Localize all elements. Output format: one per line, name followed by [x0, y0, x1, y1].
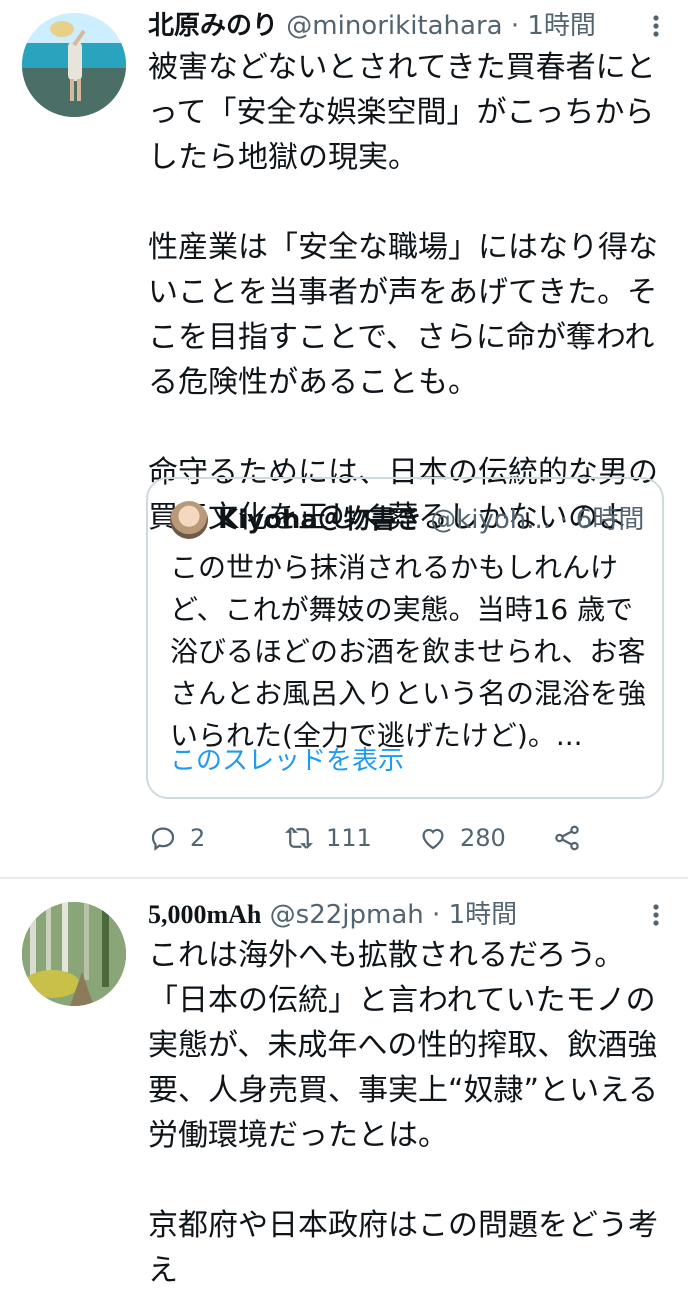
tweet-header: 5,000mAh @s22jpmah · 1時間: [148, 895, 688, 935]
user-handle[interactable]: @minorikitahara: [286, 11, 502, 41]
heart-icon: [422, 828, 444, 850]
user-handle[interactable]: @s22jpmah: [270, 900, 424, 930]
tweet[interactable]: 北原みのり @minorikitahara · 1時間 被害などないとされてきた…: [0, 0, 688, 876]
tweet-text: これは海外へも拡散されるだろう。 「日本の伝統」と言われていたモノの実態が、未成…: [148, 938, 659, 1288]
share-icon: [555, 825, 579, 851]
like-count: 280: [460, 824, 506, 852]
reply-button[interactable]: 2: [148, 816, 205, 860]
more-options-icon[interactable]: [646, 6, 666, 46]
display-name[interactable]: 北原みのり: [148, 11, 278, 41]
separator: ·: [510, 11, 520, 41]
retweet-count: 111: [326, 824, 372, 852]
share-button[interactable]: [552, 816, 594, 860]
tweet-actions: 2 111 280: [148, 816, 588, 860]
quoted-text: この世から抹消されるかもしれんけど、これが舞妓の実態。当時16 歳で浴びるほどの…: [170, 551, 647, 752]
separator: ·: [432, 900, 441, 930]
timestamp[interactable]: 1時間: [449, 900, 518, 930]
timestamp[interactable]: 1時間: [527, 11, 596, 41]
avatar-photo: [22, 902, 126, 1006]
display-name[interactable]: 5,000mAh: [148, 900, 261, 929]
tweet[interactable]: 5,000mAh @s22jpmah · 1時間 これは海外へも拡散されるだろう…: [0, 879, 688, 1288]
reply-count: 2: [190, 824, 206, 852]
separator: ·: [559, 505, 568, 535]
quoted-display-name: Kiyoha＠物書き: [218, 505, 422, 535]
quoted-timestamp: 6時間: [575, 505, 645, 535]
tweet-header: 北原みのり @minorikitahara · 1時間: [148, 6, 688, 46]
show-thread-link[interactable]: このスレッドを表示: [170, 741, 404, 781]
quoted-avatar: [170, 501, 208, 539]
quoted-tweet[interactable]: Kiyoha＠物書き @kiyoh... · 6時間 この世から抹消されるかもし…: [146, 477, 664, 799]
like-button[interactable]: 280: [418, 816, 506, 860]
reply-icon: [151, 827, 175, 851]
avatar-photo: [22, 13, 126, 117]
retweet-icon: [285, 827, 313, 849]
quoted-handle: @kiyoh...: [430, 505, 552, 535]
tweet-text: 被害などないとされてきた買春者にとって「安全な娯楽空間」がこっちからしたら地獄の…: [148, 50, 658, 535]
retweet-button[interactable]: 111: [284, 816, 372, 860]
more-options-icon[interactable]: [646, 895, 666, 935]
quoted-header: Kiyoha＠物書き @kiyoh... · 6時間: [218, 499, 652, 541]
avatar[interactable]: [22, 902, 126, 1006]
avatar[interactable]: [22, 13, 126, 117]
